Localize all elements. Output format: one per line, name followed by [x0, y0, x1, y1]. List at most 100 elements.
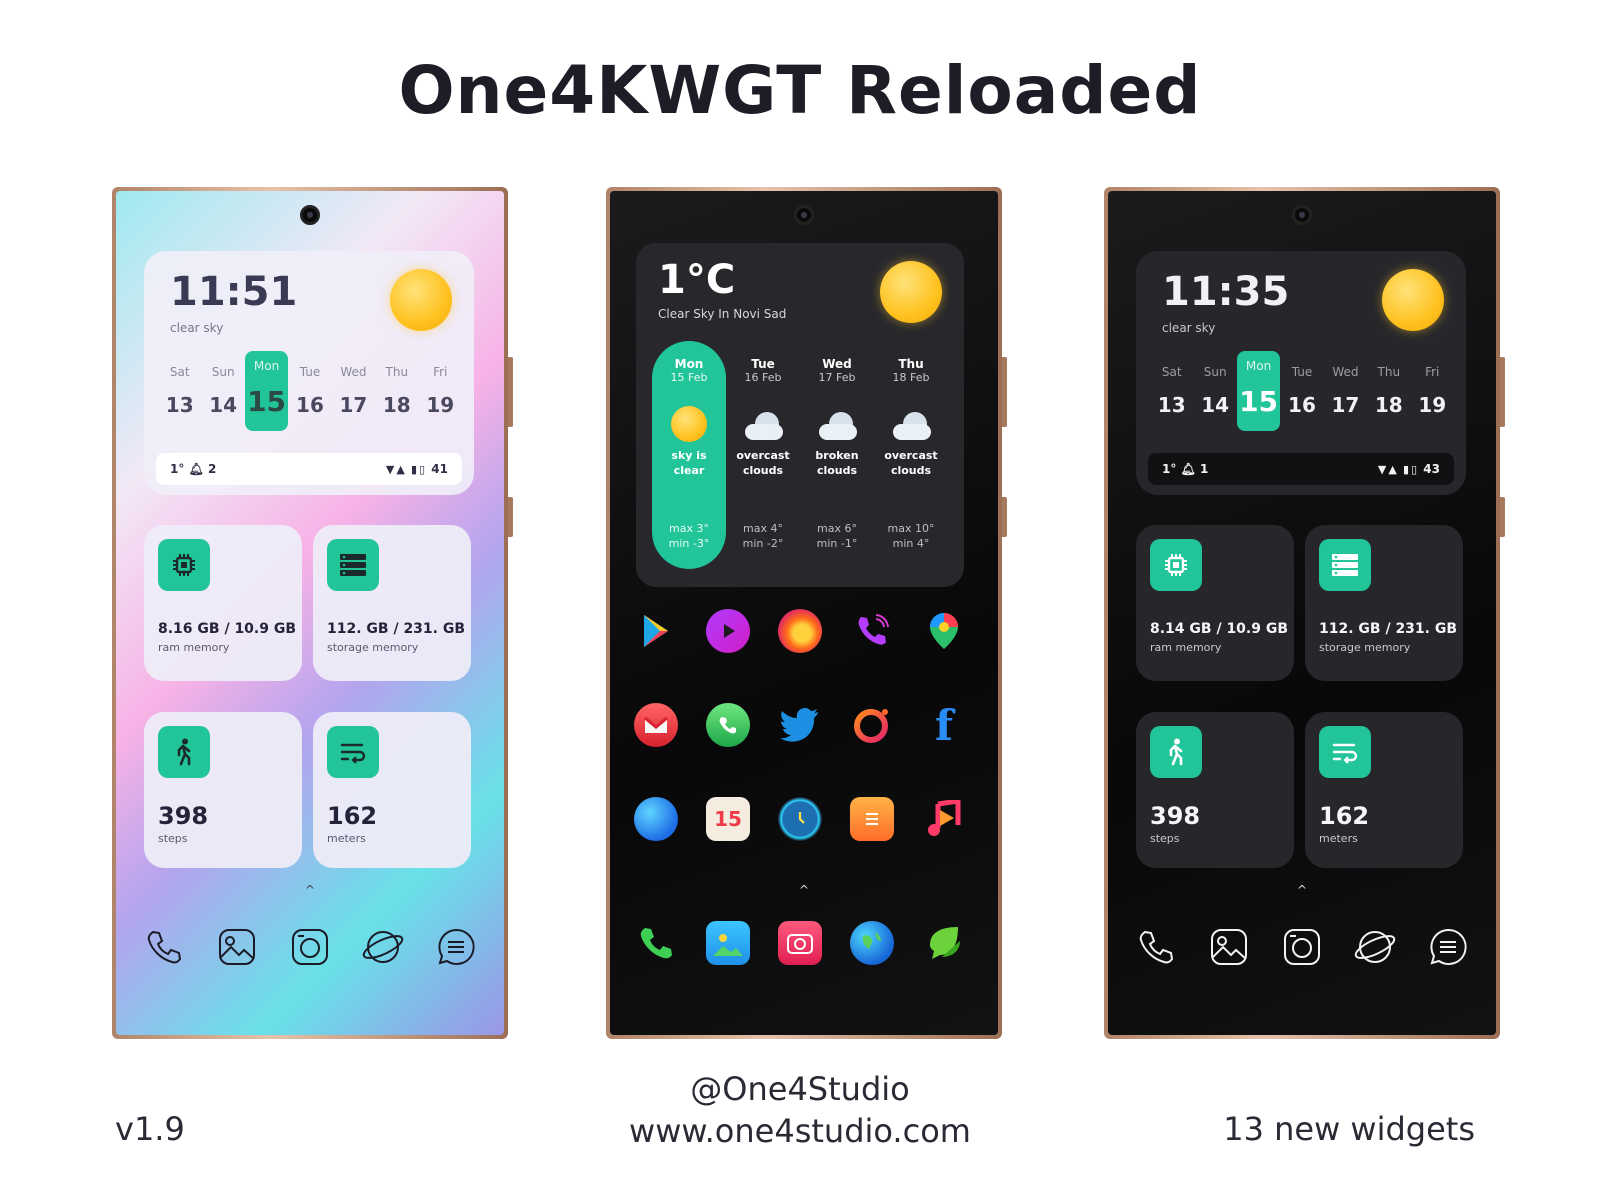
phone-icon[interactable] [634, 921, 678, 965]
forecast-day-wed[interactable]: Wed 17 Feb broken clouds max 6° min -1° [800, 341, 874, 569]
forecast-description: broken clouds [815, 449, 859, 477]
ram-widget[interactable]: 8.16 GB / 10.9 GB ram memory [144, 525, 302, 681]
battery-icon: ▮▯ [1403, 463, 1420, 476]
dock [138, 921, 482, 973]
day-sat[interactable]: Sat 13 [1150, 351, 1193, 431]
front-camera [300, 205, 320, 225]
bell-icon: 🔔︎ [188, 462, 204, 476]
music-icon[interactable] [922, 797, 966, 841]
maps-icon[interactable] [922, 609, 966, 653]
clock-time: 11:35 [1162, 269, 1290, 315]
day-wed[interactable]: Wed 17 [1324, 351, 1367, 431]
planet-icon[interactable] [1349, 921, 1401, 973]
wifi-icon: ▼▲ [385, 463, 407, 476]
phone-screen: 11:51 clear sky Sat 13 Sun 14 Mon 15 Tue 16 … [116, 191, 504, 1035]
day-tue[interactable]: Tue 16 [288, 351, 331, 431]
steps-widget[interactable]: 398 steps [1136, 712, 1294, 868]
globe-icon[interactable] [850, 921, 894, 965]
steps-widget[interactable]: 398 steps [144, 712, 302, 868]
walking-icon [1150, 726, 1202, 778]
notes-icon[interactable] [850, 797, 894, 841]
messages-icon[interactable] [430, 921, 482, 973]
twitter-icon[interactable] [778, 703, 822, 747]
forecast-day-tue[interactable]: Tue 16 Feb overcast clouds max 4° min -2° [726, 341, 800, 569]
website-link[interactable]: www.one4studio.com [560, 1110, 1040, 1152]
opera-icon[interactable] [850, 703, 894, 747]
calendar-icon[interactable]: 15 [706, 797, 750, 841]
day-sat[interactable]: Sat 13 [158, 351, 201, 431]
phone-call-icon[interactable] [850, 609, 894, 653]
phone-icon[interactable] [138, 921, 190, 973]
phone-icon[interactable] [1130, 921, 1182, 973]
gallery-icon[interactable] [211, 921, 263, 973]
clock-widget[interactable]: 11:51 clear sky Sat 13 Sun 14 Mon 15 Tue 16 … [144, 251, 474, 495]
weather-widget[interactable]: 1°C Clear Sky In Novi Sad Mon 15 Feb sky… [636, 243, 964, 587]
weather-location: Clear Sky In Novi Sad [658, 307, 787, 321]
front-camera [794, 205, 814, 225]
day-fri[interactable]: Fri 19 [419, 351, 462, 431]
temp-readout: 1° [170, 462, 185, 476]
camera-icon[interactable] [778, 921, 822, 965]
app-drawer-chevron-icon[interactable]: ^ [303, 883, 317, 897]
day-fri[interactable]: Fri 19 [1411, 351, 1454, 431]
whatsapp-icon[interactable] [706, 703, 750, 747]
ram-widget[interactable]: 8.14 GB / 10.9 GB ram memory [1136, 525, 1294, 681]
day-wed[interactable]: Wed 17 [332, 351, 375, 431]
gallery-icon[interactable] [706, 921, 750, 965]
weather-condition: clear sky [170, 321, 224, 335]
app-grid: f 15 [634, 609, 966, 891]
day-sun[interactable]: Sun 14 [201, 351, 244, 431]
storage-icon [327, 539, 379, 591]
social-handle[interactable]: @One4Studio [560, 1068, 1040, 1110]
clock-widget[interactable]: 11:35 clear sky Sat 13 Sun 14 Mon 15 Tue 16 … [1136, 251, 1466, 495]
forecast-day-name: Tue [751, 357, 775, 371]
week-strip: Sat 13 Sun 14 Mon 15 Tue 16 Wed 17 Thu 18 Fri 1… [158, 351, 462, 431]
dock [1130, 921, 1474, 973]
day-mon-today[interactable]: Mon 15 [244, 351, 289, 431]
camera-icon[interactable] [284, 921, 336, 973]
week-strip: Sat 13 Sun 14 Mon 15 Tue 16 Wed 17 Thu 18 Fri 1… [1150, 351, 1454, 431]
bell-icon: 🔔︎ [1180, 462, 1196, 476]
storage-widget[interactable]: 112. GB / 231. GB storage memory [1305, 525, 1463, 681]
play-store-icon[interactable] [634, 609, 678, 653]
day-tue[interactable]: Tue 16 [1280, 351, 1323, 431]
route-icon [327, 726, 379, 778]
day-mon-today[interactable]: Mon 15 [1236, 351, 1281, 431]
video-player-icon[interactable] [706, 609, 750, 653]
clock-icon[interactable] [778, 797, 822, 841]
app-drawer-chevron-icon[interactable]: ^ [1295, 883, 1309, 897]
power-button [1500, 357, 1505, 427]
volume-button [1002, 497, 1007, 537]
storage-widget[interactable]: 112. GB / 231. GB storage memory [313, 525, 471, 681]
day-thu[interactable]: Thu 18 [375, 351, 418, 431]
camera-icon[interactable] [1276, 921, 1328, 973]
facebook-icon[interactable]: f [922, 701, 966, 750]
day-sun[interactable]: Sun 14 [1193, 351, 1236, 431]
battery-icon: ▮▯ [411, 463, 428, 476]
ram-label: ram memory [158, 641, 230, 654]
forecast-temps: max 3° min -3° [668, 522, 710, 550]
distance-widget[interactable]: 162 meters [1305, 712, 1463, 868]
app-drawer-chevron-icon[interactable]: ^ [797, 883, 811, 897]
storage-label: storage memory [1319, 641, 1411, 654]
storage-value: 112. GB / 231. GB [1319, 621, 1458, 637]
volume-button [508, 497, 513, 537]
gallery-icon[interactable] [1203, 921, 1255, 973]
gmail-icon[interactable] [634, 703, 678, 747]
distance-widget[interactable]: 162 meters [313, 712, 471, 868]
cpu-chip-icon [1150, 539, 1202, 591]
forecast-day-thu[interactable]: Thu 18 Feb overcast clouds max 10° min 4° [874, 341, 948, 569]
planet-icon[interactable] [357, 921, 409, 973]
messages-icon[interactable] [922, 921, 966, 965]
forecast-description: sky is clear [671, 449, 707, 477]
firefox-icon[interactable] [778, 609, 822, 653]
browser-icon[interactable] [634, 797, 678, 841]
ram-value: 8.14 GB / 10.9 GB [1150, 621, 1289, 637]
day-thu[interactable]: Thu 18 [1367, 351, 1410, 431]
forecast-day-mon[interactable]: Mon 15 Feb sky is clear max 3° min -3° [652, 341, 726, 569]
phone-weather: 1°C Clear Sky In Novi Sad Mon 15 Feb sky… [606, 187, 1007, 1039]
cloud-icon [741, 406, 785, 444]
distance-label: meters [327, 832, 366, 845]
messages-icon[interactable] [1422, 921, 1474, 973]
cloud-icon [815, 406, 859, 444]
